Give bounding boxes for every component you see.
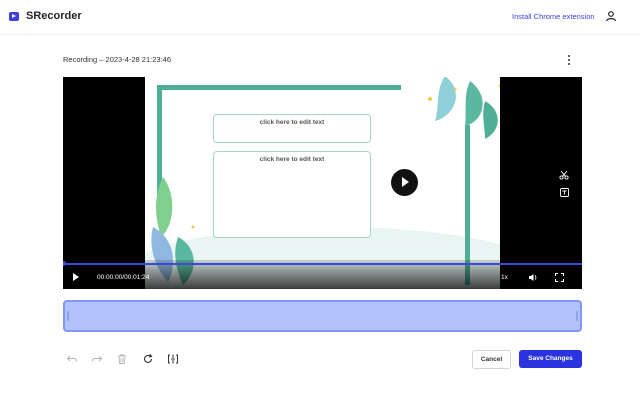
trim-handle-start[interactable]: [67, 311, 69, 321]
scissors-icon[interactable]: [559, 170, 569, 180]
logo-icon: [9, 12, 19, 21]
fullscreen-icon[interactable]: [555, 273, 564, 282]
video-player[interactable]: click here to edit text click here to ed…: [63, 77, 582, 289]
slide-text: click here to edit text: [259, 119, 325, 126]
slide-text: click here to edit text: [259, 156, 325, 163]
redo-icon[interactable]: [91, 353, 103, 365]
cancel-button[interactable]: Cancel: [472, 350, 511, 369]
trash-icon[interactable]: [116, 353, 128, 365]
progress-bar[interactable]: [63, 263, 582, 265]
more-vertical-icon[interactable]: [564, 53, 574, 67]
trim-handle-end[interactable]: [576, 311, 578, 321]
recording-title: Recording – 2023-4-28 21:23:46: [63, 55, 171, 64]
slide-text-box: click here to edit text: [213, 114, 371, 143]
play-icon[interactable]: [73, 273, 79, 281]
slide-frame-border: [157, 85, 401, 90]
save-icon[interactable]: [560, 188, 569, 197]
split-icon[interactable]: [167, 353, 179, 365]
user-icon[interactable]: [605, 10, 617, 22]
leaf-decoration: [428, 77, 500, 139]
install-extension-link[interactable]: Install Chrome extension: [512, 12, 595, 21]
time-readout: 00:00:00/00:01:24: [97, 274, 150, 281]
playback-speed[interactable]: 1x: [501, 274, 508, 281]
video-frame-slide: click here to edit text click here to ed…: [145, 77, 500, 289]
play-icon[interactable]: [391, 169, 418, 196]
volume-icon[interactable]: [528, 273, 538, 282]
app-name: SRecorder: [26, 10, 82, 22]
slide-text-box: click here to edit text: [213, 151, 371, 238]
save-changes-button[interactable]: Save Changes: [519, 350, 582, 368]
undo-icon[interactable]: [66, 353, 78, 365]
reset-icon[interactable]: [142, 353, 154, 365]
trim-timeline[interactable]: [63, 300, 582, 332]
